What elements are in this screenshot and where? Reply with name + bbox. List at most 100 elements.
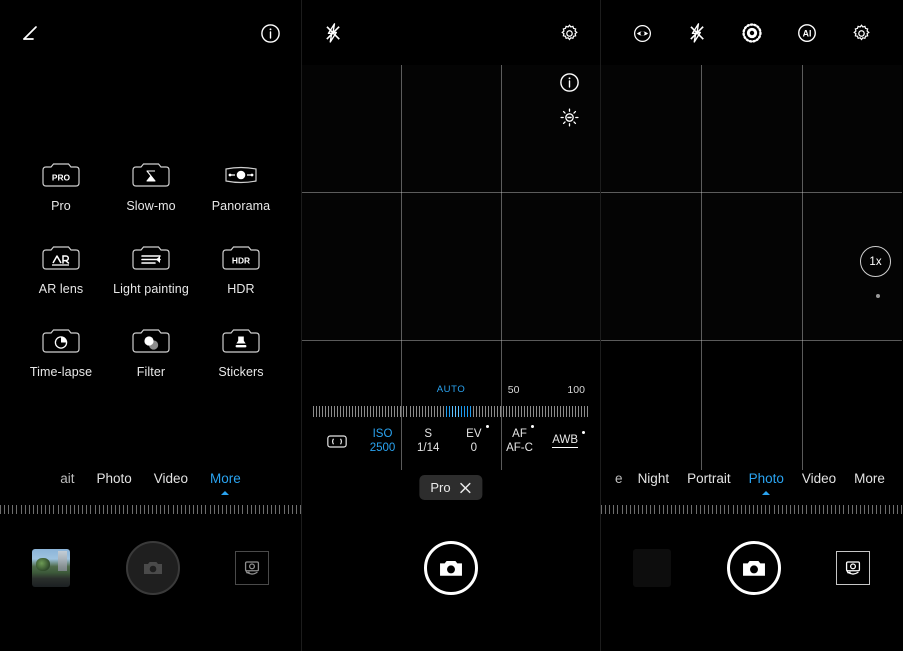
mode-hdr[interactable]: HDR HDR bbox=[196, 243, 286, 296]
pro-mode-chip[interactable]: Pro bbox=[419, 475, 483, 500]
tab-more[interactable]: More bbox=[845, 471, 894, 486]
ruler-tick bbox=[691, 505, 693, 514]
pro-metering-cell[interactable] bbox=[314, 434, 360, 449]
aperture-eye-icon[interactable] bbox=[632, 23, 653, 44]
gear-icon[interactable] bbox=[851, 23, 872, 44]
shutter-button[interactable] bbox=[125, 541, 180, 595]
mode-panorama[interactable]: Panorama bbox=[196, 160, 286, 213]
mode-slow-mo[interactable]: Slow-mo bbox=[106, 160, 196, 213]
info-icon[interactable] bbox=[260, 23, 281, 44]
ruler-tick bbox=[41, 505, 43, 514]
pro-shutter-cell[interactable]: S 1/14 bbox=[405, 428, 451, 454]
mode-filter-icon bbox=[132, 329, 170, 353]
ruler-tick bbox=[102, 505, 104, 514]
mode-time-lapse[interactable]: Time-lapse bbox=[16, 326, 106, 379]
ruler-tick bbox=[250, 505, 252, 514]
ai-scene-icon[interactable]: AI bbox=[796, 22, 818, 44]
modified-dot-icon bbox=[530, 425, 534, 428]
ruler-tick bbox=[605, 505, 607, 514]
gridline-vertical-1 bbox=[401, 65, 403, 340]
ruler-tick bbox=[20, 505, 22, 514]
flash-off-icon[interactable] bbox=[322, 22, 344, 44]
tab-photo[interactable]: Photo bbox=[85, 471, 142, 486]
gallery-thumbnail[interactable] bbox=[633, 549, 671, 587]
slider-tick bbox=[379, 406, 381, 417]
tab-video[interactable]: Video bbox=[143, 471, 199, 486]
ruler-tick bbox=[884, 505, 886, 514]
panel-more-modes: PRO Pro Slow-mo Panorama AR lens Light p… bbox=[0, 0, 301, 651]
pro-af-cell[interactable]: AF AF-C bbox=[497, 425, 543, 454]
info-icon[interactable] bbox=[559, 72, 580, 93]
tab-portrait-clipped[interactable]: ait bbox=[49, 471, 85, 486]
flash-off-icon[interactable] bbox=[686, 22, 708, 44]
gear-icon[interactable] bbox=[559, 23, 580, 44]
pro-control-row: ISO 2500 S 1/14 EV 0 AF AF-C AWB bbox=[302, 425, 600, 454]
slider-tick bbox=[581, 406, 583, 417]
tab-photo[interactable]: Photo bbox=[740, 471, 793, 486]
pro-iso-cell[interactable]: ISO 2500 bbox=[360, 428, 406, 454]
slider-tick bbox=[394, 406, 396, 417]
slider-tick bbox=[533, 406, 535, 417]
slider-ticks[interactable] bbox=[313, 404, 589, 417]
ruler-tick bbox=[650, 505, 652, 514]
svg-text:AI: AI bbox=[802, 28, 811, 38]
tab-portrait[interactable]: Portrait bbox=[678, 471, 740, 486]
ruler-tick bbox=[115, 505, 117, 514]
metering-icon bbox=[327, 434, 347, 448]
exposure-adjust-icon[interactable] bbox=[20, 22, 42, 44]
camera-icon bbox=[742, 561, 765, 576]
ruler-tick bbox=[24, 505, 26, 514]
ruler-tick bbox=[106, 505, 108, 514]
brightness-icon[interactable] bbox=[559, 107, 580, 128]
ruler-tick bbox=[872, 505, 874, 514]
mode-stickers[interactable]: Stickers bbox=[196, 326, 286, 379]
zoom-slider-dot-icon[interactable] bbox=[876, 294, 880, 298]
ruler-tick bbox=[687, 505, 689, 514]
slider-tick bbox=[521, 406, 523, 417]
slider-tick bbox=[490, 406, 492, 417]
slider-tick bbox=[412, 406, 414, 417]
ruler-tick bbox=[82, 505, 84, 514]
shutter-button[interactable] bbox=[726, 541, 781, 595]
viewfinder-grid bbox=[601, 65, 902, 341]
mode-pro[interactable]: PRO Pro bbox=[16, 160, 106, 213]
close-icon[interactable] bbox=[460, 482, 472, 494]
shutter-button[interactable] bbox=[424, 541, 478, 595]
camera-icon bbox=[143, 562, 162, 574]
mode-ar-lens[interactable]: AR lens bbox=[16, 243, 106, 296]
mode-tabs: ait Photo Video More bbox=[0, 466, 301, 490]
pro-iso-key: ISO bbox=[372, 428, 393, 440]
flip-camera-icon[interactable] bbox=[235, 551, 269, 585]
pro-ev-cell[interactable]: EV 0 bbox=[451, 425, 497, 454]
slider-tick bbox=[572, 406, 574, 417]
mode-light-painting[interactable]: Light painting bbox=[106, 243, 196, 296]
tab-more[interactable]: More bbox=[199, 471, 252, 486]
slider-tick bbox=[484, 406, 486, 417]
ruler-tick bbox=[810, 505, 812, 514]
slider-tick bbox=[530, 406, 532, 417]
ruler-tick bbox=[86, 505, 88, 514]
zoom-level-badge[interactable]: 1x bbox=[860, 246, 891, 277]
flip-camera-icon[interactable] bbox=[836, 551, 870, 585]
pro-wb-cell[interactable]: AWB bbox=[542, 431, 588, 448]
slider-tick bbox=[560, 406, 562, 417]
beauty-dotted-circle-icon[interactable] bbox=[741, 22, 763, 44]
ruler-tick bbox=[831, 505, 833, 514]
left-mode-tabbar: ait Photo Video More bbox=[0, 466, 301, 515]
mode-filter[interactable]: Filter bbox=[106, 326, 196, 379]
pro-af-key-text: AF bbox=[512, 428, 527, 440]
gallery-thumbnail[interactable] bbox=[32, 549, 70, 587]
pro-iso-slider[interactable]: AUTO 50 100 ISO 2500 S 1/14 EV 0 AF AF-C… bbox=[302, 384, 600, 454]
ruler-tick bbox=[275, 505, 277, 514]
tab-video[interactable]: Video bbox=[793, 471, 845, 486]
ruler-tick bbox=[156, 505, 158, 514]
slider-tick bbox=[554, 406, 556, 417]
ruler-tick bbox=[213, 505, 215, 514]
tab-night[interactable]: Night bbox=[629, 471, 679, 486]
ruler-tick bbox=[283, 505, 285, 514]
slider-tick bbox=[442, 406, 444, 417]
camera-icon bbox=[440, 561, 462, 576]
ruler-tick bbox=[168, 505, 170, 514]
ruler-tick bbox=[642, 505, 644, 514]
tab-slowmo-clipped[interactable]: e bbox=[609, 471, 629, 486]
